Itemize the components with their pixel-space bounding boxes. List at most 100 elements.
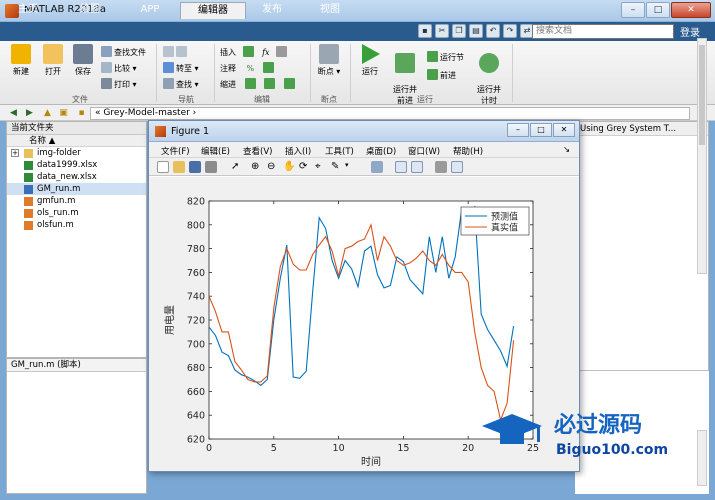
legend-icon[interactable]: [411, 161, 423, 173]
x-tick-label: 0: [206, 443, 212, 454]
link-plot-icon[interactable]: [371, 161, 383, 173]
name-column-header[interactable]: 名称 ▲: [7, 135, 146, 147]
y-tick-label: 740: [187, 292, 205, 303]
brush-dropdown-icon[interactable]: ▾: [345, 161, 357, 173]
colorbar-icon[interactable]: [395, 161, 407, 173]
tab-home[interactable]: 主页: [8, 2, 48, 19]
zoom-in-icon[interactable]: ⊕: [251, 161, 263, 173]
tab-editor[interactable]: 编辑器: [180, 2, 246, 19]
indent-button[interactable]: 缩进: [220, 78, 297, 91]
print-figure-icon[interactable]: [205, 161, 217, 173]
back-icon[interactable]: ◀: [8, 108, 19, 118]
run-time-button[interactable]: 运行并 计时: [472, 44, 506, 106]
undo-icon[interactable]: ↶: [486, 24, 500, 38]
menu-view[interactable]: 查看(V): [243, 145, 272, 157]
run-section-button[interactable]: 运行节: [427, 51, 464, 64]
x-tick-label: 10: [333, 443, 345, 454]
list-item[interactable]: olsfun.m: [7, 219, 146, 231]
menu-edit[interactable]: 编辑(E): [201, 145, 230, 157]
menu-file[interactable]: 文件(F): [161, 145, 190, 157]
list-item[interactable]: GM_run.m: [7, 183, 146, 195]
menu-desktop[interactable]: 桌面(D): [366, 145, 396, 157]
y-tick-label: 720: [187, 316, 205, 327]
find-button[interactable]: 查找 ▾: [163, 78, 199, 91]
open-file-icon[interactable]: [173, 161, 185, 173]
zoom-out-icon[interactable]: ⊖: [267, 161, 279, 173]
brush-icon[interactable]: ✎: [331, 161, 343, 173]
show-tools-icon[interactable]: [451, 161, 463, 173]
menu-help[interactable]: 帮助(H): [453, 145, 483, 157]
save-button[interactable]: 保存: [70, 44, 96, 77]
close-button[interactable]: ✕: [671, 2, 711, 18]
tab-apps[interactable]: APP: [130, 2, 170, 19]
save-quick-icon[interactable]: ▪: [418, 24, 432, 38]
insert-extra-icon: [276, 46, 288, 57]
search-input[interactable]: 搜索文档: [532, 24, 674, 39]
new-button[interactable]: 新建: [8, 44, 34, 77]
save-figure-icon[interactable]: [189, 161, 201, 173]
list-item[interactable]: data1999.xlsx: [7, 159, 146, 171]
figure-close-button[interactable]: ✕: [553, 123, 575, 137]
figure-title-bar: Figure 1 – □ ✕: [149, 121, 579, 142]
figure-maximize-button[interactable]: □: [530, 123, 552, 137]
nav-back-forward[interactable]: [163, 46, 189, 59]
run-group-label: 运行: [417, 95, 433, 104]
figure-menu-bar: 文件(F) 编辑(E) 查看(V) 插入(I) 工具(T) 桌面(D) 窗口(W…: [149, 142, 579, 158]
address-path[interactable]: « Grey-Model-master ›: [90, 107, 690, 120]
address-bar: ◀ ▶ ▲ ▣ ▪ « Grey-Model-master › ▾: [0, 105, 715, 121]
run-icon: [362, 44, 380, 64]
figure-minimize-button[interactable]: –: [507, 123, 529, 137]
nav-group-label: 导航: [178, 95, 194, 104]
breakpoints-button[interactable]: 断点 ▾: [314, 44, 344, 77]
scrollbar-thumb[interactable]: [699, 45, 705, 145]
list-item[interactable]: data_new.xlsx: [7, 171, 146, 183]
list-item[interactable]: + img-folder: [7, 147, 146, 159]
tab-plots[interactable]: 绘图: [70, 2, 110, 19]
menu-tools[interactable]: 工具(T): [325, 145, 354, 157]
up-folder-icon[interactable]: ▲: [42, 108, 53, 118]
ribbon-separator: [310, 44, 311, 102]
advance-button[interactable]: 前进: [427, 69, 456, 82]
browse-folder-icon[interactable]: ▣: [58, 108, 69, 118]
list-item[interactable]: gmfun.m: [7, 195, 146, 207]
editor-tab-title[interactable]: Using Grey System T...: [576, 122, 708, 136]
ribbon: 新建 打开 保存 查找文件 比较 ▾ 打印 ▾ 文件 转至 ▾ 查找 ▾ 导航 …: [0, 41, 715, 105]
data-cursor-icon[interactable]: ⌖: [315, 161, 327, 173]
y-tick-label: 820: [187, 197, 205, 208]
y-tick-label: 700: [187, 339, 205, 350]
menu-dock-icon[interactable]: ↘: [563, 145, 570, 155]
list-item[interactable]: ols_run.m: [7, 207, 146, 219]
expand-icon[interactable]: +: [11, 149, 19, 157]
goto-icon: [163, 62, 174, 73]
insert-button[interactable]: 插入 fx: [220, 46, 289, 59]
print-button[interactable]: 打印 ▾: [101, 78, 137, 91]
paste-icon[interactable]: ▤: [469, 24, 483, 38]
menu-insert[interactable]: 插入(I): [285, 145, 311, 157]
pointer-icon[interactable]: ➚: [231, 161, 243, 173]
editor-scrollbar[interactable]: [697, 38, 707, 274]
run-button[interactable]: 运行: [356, 44, 384, 77]
rotate-icon[interactable]: ⟳: [299, 161, 311, 173]
figure-title: Figure 1: [171, 126, 210, 137]
goto-button[interactable]: 转至 ▾: [163, 62, 199, 75]
compare-button[interactable]: 比较 ▾: [101, 62, 137, 75]
tab-view[interactable]: 视图: [310, 2, 350, 19]
comment-button[interactable]: 注释 %: [220, 62, 276, 75]
new-figure-icon[interactable]: [157, 161, 169, 173]
pan-icon[interactable]: ✋: [283, 161, 295, 173]
percent-icon: %: [246, 64, 255, 73]
cut-icon[interactable]: ✂: [435, 24, 449, 38]
find-files-button[interactable]: 查找文件: [101, 46, 146, 59]
menu-window[interactable]: 窗口(W): [408, 145, 440, 157]
command-scrollbar[interactable]: [697, 430, 707, 486]
minimize-button[interactable]: –: [621, 2, 645, 18]
maximize-button[interactable]: □: [646, 2, 670, 18]
redo-icon[interactable]: ↷: [503, 24, 517, 38]
copy-icon[interactable]: ❐: [452, 24, 466, 38]
forward-icon[interactable]: ▶: [24, 108, 35, 118]
tab-publish[interactable]: 发布: [252, 2, 292, 19]
login-button[interactable]: 登录: [680, 24, 700, 39]
hide-tools-icon[interactable]: [435, 161, 447, 173]
y-tick-label: 760: [187, 268, 205, 279]
open-button[interactable]: 打开: [40, 44, 66, 77]
